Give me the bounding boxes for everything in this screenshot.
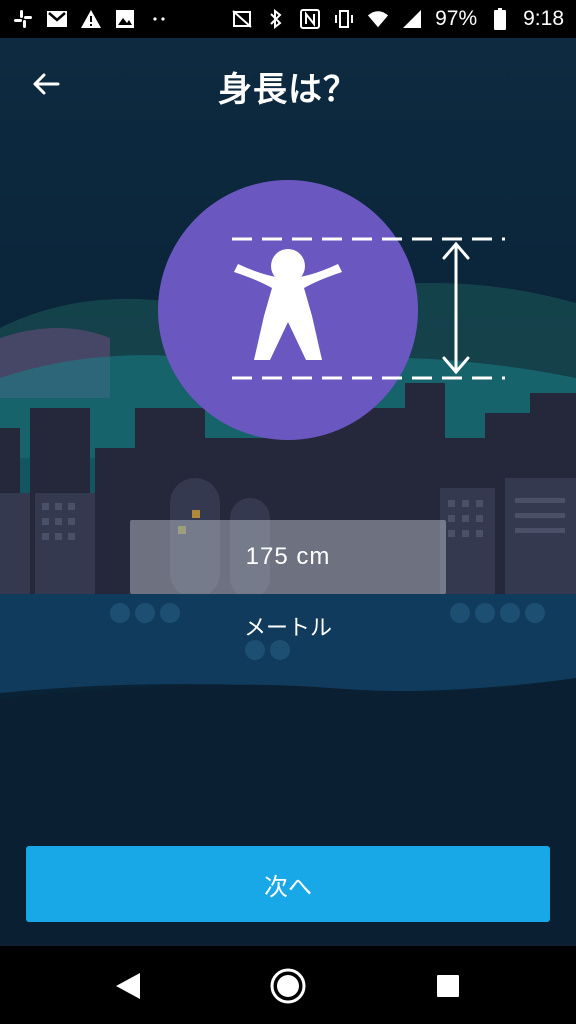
battery-icon [489,8,511,30]
status-bar-right: 97% 9:18 [231,7,564,31]
next-button-label: 次へ [264,872,312,901]
nav-home-button[interactable] [268,966,308,1006]
nav-home-icon [270,968,306,1004]
more-dots-icon [148,8,170,30]
no-sim-icon [231,8,253,30]
city-background [0,283,576,946]
unit-toggle-link[interactable]: メートル [244,616,332,641]
page-title: 身長は？ [218,70,358,110]
nav-back-icon [116,973,140,999]
header: 身長は？ [0,38,576,128]
nav-recents-button[interactable] [428,966,468,1006]
bluetooth-icon [265,8,287,30]
height-input[interactable]: 175 cm [130,520,446,594]
nfc-icon [299,8,321,30]
slack-icon [12,8,34,30]
person-icon [234,249,342,360]
status-bar-left [12,8,170,30]
status-bar: 97% 9:18 [0,0,576,38]
warning-icon [80,8,102,30]
navigation-bar [0,946,576,1024]
app-screen: 身長は？ 175 cm メートル 次へ [0,38,576,946]
battery-percent: 97% [435,7,478,30]
nav-recents-icon [437,975,459,997]
unit-toggle: メートル [0,610,576,642]
gmail-icon [46,8,68,30]
clock: 9:18 [523,7,564,30]
signal-icon [401,8,423,30]
wifi-icon [367,8,389,30]
image-icon [114,8,136,30]
next-button[interactable]: 次へ [26,846,550,922]
nav-back-button[interactable] [108,966,148,1006]
vibrate-icon [333,8,355,30]
hero-circle [158,180,418,440]
